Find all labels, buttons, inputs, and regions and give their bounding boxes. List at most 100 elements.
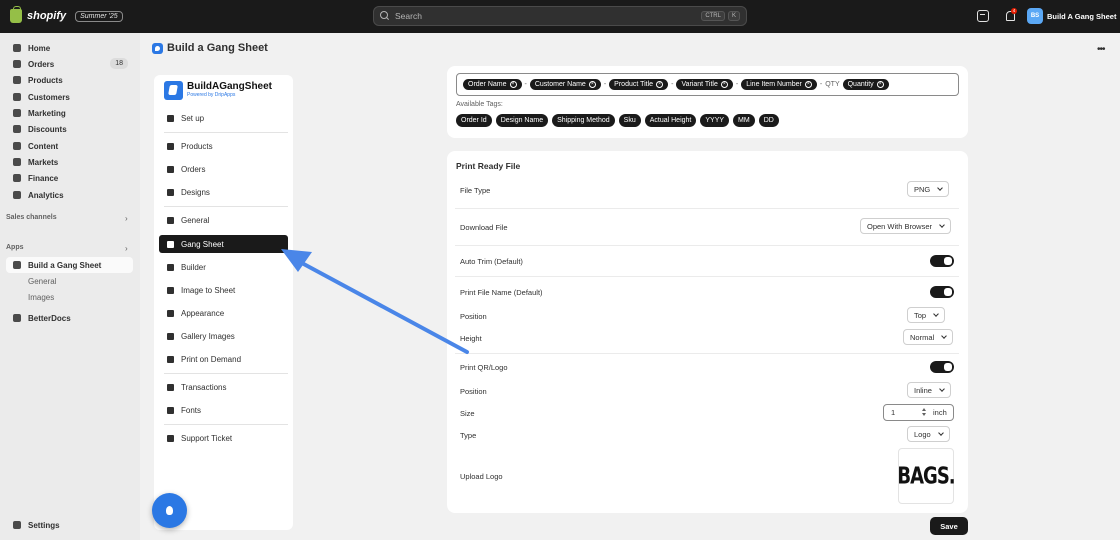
remove-tag-icon[interactable]: × (509, 81, 517, 88)
store-icon[interactable] (977, 10, 989, 22)
sidebar-item-content[interactable]: Content (6, 138, 133, 154)
separator: - (735, 81, 739, 88)
sidebar-item-markets[interactable]: Markets (6, 154, 133, 170)
select-value: Top (914, 310, 927, 320)
file-name-tags-input[interactable]: Order Name × - Customer Name × - Product T… (456, 73, 959, 96)
tag-customer-name[interactable]: Customer Name × (529, 79, 601, 90)
shopify-logo[interactable]: shopify Summer '25 (10, 6, 123, 23)
sidebar-item-label: Settings (28, 520, 60, 530)
app-nav-transactions[interactable]: Transactions (159, 378, 288, 396)
sidebar-item-label: Discounts (28, 124, 67, 134)
save-button[interactable]: Save (930, 517, 968, 535)
chevron-right-icon[interactable]: › (125, 244, 128, 253)
position-select[interactable]: Top (907, 307, 946, 323)
sidebar-item-build-a-gang-sheet[interactable]: Build a Gang Sheet (6, 257, 133, 273)
app-nav-orders[interactable]: Orders (159, 160, 288, 178)
brand-logo: BuildAGangSheet Powered by DripApps (164, 80, 292, 100)
app-nav-builder[interactable]: Builder (159, 258, 288, 276)
print-file-name-toggle[interactable] (930, 286, 954, 298)
divider (164, 132, 288, 133)
sidebar-item-betterdocs[interactable]: BetterDocs (6, 310, 133, 326)
sidebar-item-label: Orders (28, 59, 55, 69)
app-nav-setup[interactable]: Set up (159, 109, 288, 127)
shortcut-key: K (727, 11, 740, 21)
app-nav-support-ticket[interactable]: Support Ticket (159, 429, 288, 447)
sidebar-item-discounts[interactable]: Discounts (6, 121, 133, 137)
app-nav-designs[interactable]: Designs (159, 183, 288, 201)
sidebar-item-analytics[interactable]: Analytics (6, 187, 133, 203)
sidebar-item-settings[interactable]: Settings (6, 517, 133, 533)
select-value: Open With Browser (867, 221, 933, 231)
height-select[interactable]: Normal (903, 329, 954, 345)
sidebar-item-label: Analytics (28, 190, 64, 200)
separator: - (819, 81, 823, 88)
sidebar-subitem-images[interactable]: Images (28, 293, 54, 302)
sales-channels-heading[interactable]: Sales channels (6, 214, 57, 221)
app-nav-image-to-sheet[interactable]: Image to Sheet (159, 281, 288, 299)
divider (164, 424, 288, 425)
size-input[interactable]: 1 inch (883, 404, 954, 421)
app-nav-print-on-demand[interactable]: Print on Demand (159, 350, 288, 368)
sidebar-item-products[interactable]: Products (6, 72, 133, 88)
remove-tag-icon[interactable]: × (876, 81, 884, 88)
tag-line-item-number[interactable]: Line Item Number × (741, 79, 817, 90)
app-nav-products[interactable]: Products (159, 137, 288, 155)
sidebar-item-orders[interactable]: Orders 18 (6, 56, 133, 72)
setup-icon (167, 114, 174, 122)
app-nav-label: Products (181, 141, 213, 151)
available-tag[interactable]: YYYY (700, 114, 730, 127)
print-ready-file-card (447, 151, 968, 513)
remove-tag-icon[interactable]: × (720, 81, 728, 88)
available-tag[interactable]: Actual Height (644, 114, 697, 127)
available-tag[interactable]: Sku (618, 114, 641, 127)
app-nav-gallery-images[interactable]: Gallery Images (159, 327, 288, 345)
available-tags: Order Id Design Name Shipping Method Sku… (456, 114, 779, 127)
tag-quantity[interactable]: Quantity × (842, 79, 889, 90)
remove-tag-icon[interactable]: × (656, 81, 664, 88)
sidebar-item-home[interactable]: Home (6, 40, 133, 56)
file-type-select[interactable]: PNG (907, 181, 950, 197)
account-menu[interactable]: BS Build A Gang Sheet (1027, 8, 1116, 24)
app-nav-appearance[interactable]: Appearance (159, 304, 288, 322)
tag-product-title[interactable]: Product Title × (609, 79, 669, 90)
remove-tag-icon[interactable]: × (588, 81, 596, 88)
app-nav-gang-sheet[interactable]: Gang Sheet (159, 235, 288, 253)
sidebar-subitem-general[interactable]: General (28, 277, 56, 286)
available-tag[interactable]: DD (758, 114, 779, 127)
size-unit: inch (933, 408, 947, 417)
sidebar-item-label: Marketing (28, 108, 66, 118)
available-tag[interactable]: Order Id (456, 114, 492, 127)
stepper-icon[interactable] (921, 408, 927, 417)
gallery-icon (167, 332, 174, 340)
download-file-select[interactable]: Open With Browser (860, 218, 952, 234)
sidebar-item-finance[interactable]: Finance (6, 170, 133, 186)
size-value: 1 (891, 408, 896, 417)
apps-heading[interactable]: Apps (6, 244, 24, 251)
orders-count-badge: 18 (110, 58, 128, 69)
auto-trim-toggle[interactable] (930, 255, 954, 267)
home-icon (167, 216, 174, 224)
app-nav-general[interactable]: General (159, 211, 288, 229)
app-nav-fonts[interactable]: Fonts (159, 401, 288, 419)
edition-badge: Summer '25 (75, 10, 123, 22)
chat-launcher-button[interactable] (152, 493, 187, 528)
sidebar-item-label: Home (28, 43, 51, 53)
available-tag[interactable]: MM (733, 114, 755, 127)
qr-position-select[interactable]: Inline (907, 382, 951, 398)
sidebar-item-customers[interactable]: Customers (6, 89, 133, 105)
chevron-right-icon[interactable]: › (125, 214, 128, 223)
search-bar[interactable]: Search CTRL K (373, 6, 747, 26)
sidebar-item-marketing[interactable]: Marketing (6, 105, 133, 121)
type-select[interactable]: Logo (907, 426, 950, 442)
qr-position-label: Position (460, 387, 487, 396)
tag-variant-title[interactable]: Variant Title × (676, 79, 733, 90)
sidebar-item-label: Markets (28, 157, 59, 167)
available-tag[interactable]: Shipping Method (552, 114, 615, 127)
app-nav-label: Gang Sheet (181, 239, 224, 249)
print-qr-logo-toggle[interactable] (930, 361, 954, 373)
logo-upload-preview[interactable]: BAGS. (897, 448, 956, 504)
more-options-icon[interactable]: ••• (1097, 44, 1105, 55)
available-tag[interactable]: Design Name (495, 114, 549, 127)
remove-tag-icon[interactable]: × (804, 81, 812, 88)
tag-order-name[interactable]: Order Name × (463, 79, 522, 90)
